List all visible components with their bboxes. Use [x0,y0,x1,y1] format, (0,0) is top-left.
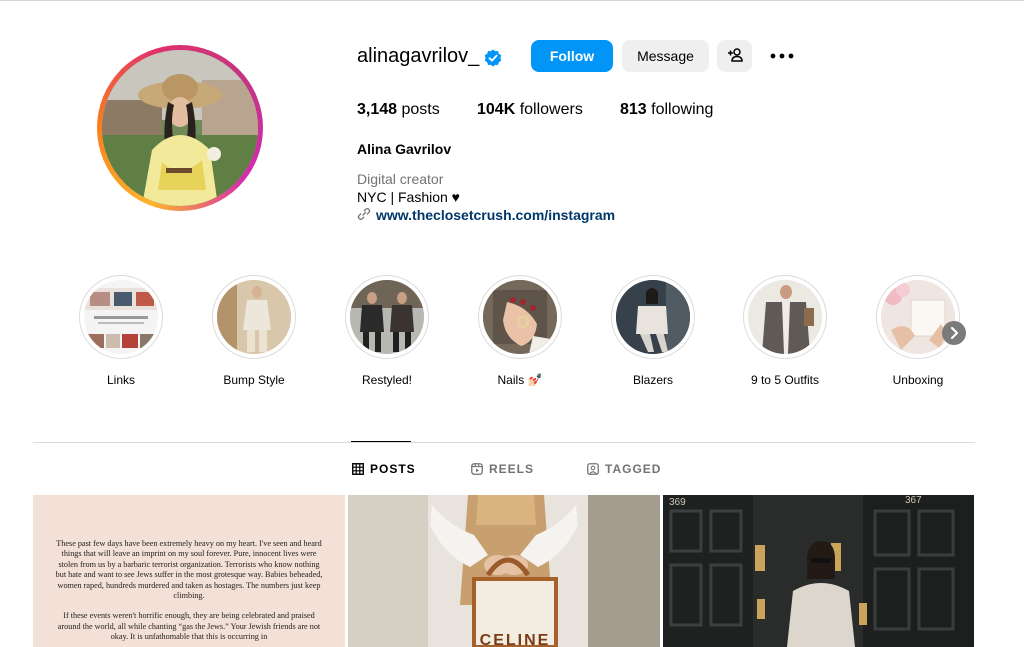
post-tile[interactable]: 369 367 [663,495,974,647]
tab-reels[interactable]: REELS [471,462,534,476]
suggested-users-button[interactable] [717,40,752,72]
followers-count[interactable]: 104K followers [477,101,583,119]
followers-count-value: 104K [477,101,516,118]
highlight-label: Restyled! [361,373,413,387]
highlight-cover [345,275,429,359]
message-button[interactable]: Message [622,40,709,72]
avatar-photo [102,50,258,206]
post-photo: CELINE [348,495,660,647]
post-photo: 369 367 [663,495,974,647]
post-text-image: These past few days have been extremely … [53,539,325,647]
more-options-icon[interactable] [768,44,796,68]
highlight-bump-style[interactable]: Bump Style [211,275,297,387]
highlight-cover [611,275,695,359]
following-count[interactable]: 813 following [620,101,713,119]
post-tile[interactable]: CELINE [348,495,660,647]
tab-tagged-label: TAGGED [605,462,662,476]
link-icon [357,207,371,221]
verified-badge-icon [484,49,502,67]
tagged-icon [587,463,599,475]
highlight-label: 9 to 5 Outfits [750,373,820,387]
bag-brand-text: CELINE [480,632,551,647]
grid-icon [352,463,364,475]
follow-button[interactable]: Follow [531,40,613,72]
posts-count-label: posts [401,101,440,118]
reels-icon [471,463,483,475]
highlight-label: Blazers [632,373,673,387]
posts-count-value: 3,148 [357,101,398,118]
highlight-cover [743,275,827,359]
highlight-blazers[interactable]: Blazers [610,275,696,387]
tab-tagged[interactable]: TAGGED [587,462,661,476]
profile-username: alinagavrilov_ [357,45,480,67]
tabs-divider [33,442,975,443]
highlight-cover [212,275,296,359]
profile-category: Digital creator [357,171,444,187]
highlight-links[interactable]: Links [78,275,164,387]
highlight-label: Bump Style [223,373,285,387]
post-text-paragraph: If these events weren't horrific enough,… [57,611,321,642]
profile-avatar[interactable] [97,45,263,211]
door-number-right: 367 [905,495,922,506]
highlight-nails[interactable]: Nails 💅🏻 [477,275,563,387]
highlight-9-to-5-outfits[interactable]: 9 to 5 Outfits [742,275,828,387]
highlight-cover [876,275,960,359]
highlight-label: Unboxing [892,373,944,387]
highlight-label: Links [106,373,135,387]
active-tab-indicator [351,441,411,442]
add-user-icon [727,47,743,62]
tab-reels-label: REELS [489,462,535,476]
following-count-value: 813 [620,101,647,118]
highlight-label: Nails 💅🏻 [497,373,543,387]
posts-count: 3,148 posts [357,101,440,119]
tab-posts[interactable]: POSTS [352,462,416,476]
followers-count-label: followers [519,101,583,118]
highlight-cover [478,275,562,359]
following-count-label: following [651,101,714,118]
door-number-left: 369 [669,497,686,508]
highlight-restyled[interactable]: Restyled! [344,275,430,387]
tab-posts-label: POSTS [370,462,416,476]
post-text-paragraph: These past few days have been extremely … [55,539,323,601]
post-tile[interactable]: These past few days have been extremely … [33,495,345,647]
highlight-cover [79,275,163,359]
highlights-next-button[interactable] [942,321,966,345]
chevron-right-icon [950,326,959,340]
profile-full-name: Alina Gavrilov [357,141,452,157]
profile-external-link[interactable]: www.theclosetcrush.com/instagram [376,207,615,223]
profile-bio: NYC | Fashion ♥ [357,189,460,205]
